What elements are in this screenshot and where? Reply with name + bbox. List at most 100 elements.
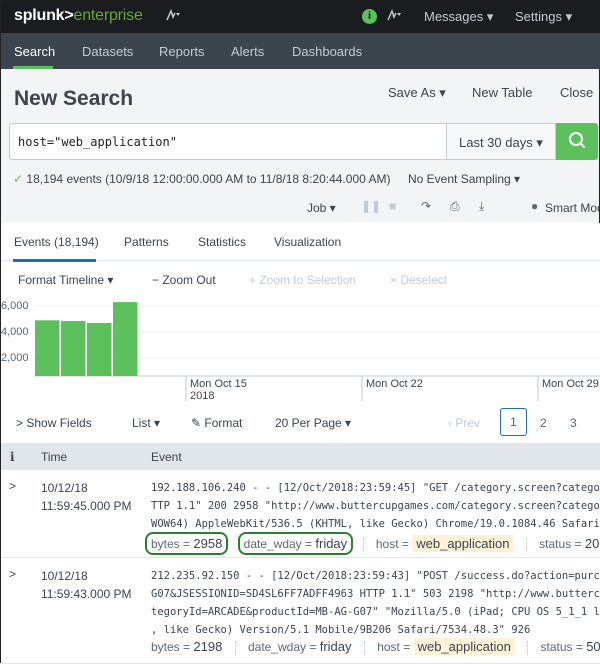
field-key: date_wday bbox=[248, 640, 306, 654]
splunk-logo[interactable]: splunk>enterprise bbox=[14, 7, 143, 25]
event-raw-text: 192.188.106.240 - - [12/Oct/2018:23:59:4… bbox=[151, 479, 600, 533]
search-mode-icon: ● bbox=[531, 199, 538, 213]
per-page-dropdown[interactable]: 20 Per Page ▾ bbox=[275, 416, 351, 430]
nav-dashboards[interactable]: Dashboards bbox=[292, 44, 362, 59]
timeline-chart[interactable]: 6,000 4,000 2,000 Mon Oct 15 2018 Mon Oc… bbox=[1, 296, 600, 406]
field-bytes[interactable]: bytes = 2198 bbox=[151, 638, 225, 655]
search-input[interactable]: host="web_application" bbox=[9, 123, 446, 160]
save-as-button[interactable]: Save As ▾ bbox=[388, 85, 446, 101]
timeline-bar[interactable] bbox=[87, 323, 112, 376]
field-key: host bbox=[376, 537, 399, 551]
time-range-picker[interactable]: Last 30 days ▾ bbox=[446, 123, 556, 160]
event-line: tegoryId=ARCADE&productId=MB-AG-G07" "Mo… bbox=[151, 603, 600, 621]
zoom-to-selection-button[interactable]: + Zoom to Selection bbox=[249, 273, 356, 287]
timeline-bar[interactable] bbox=[35, 320, 60, 376]
tab-events[interactable]: Events (18,194) bbox=[14, 235, 99, 249]
event-row: > 10/12/18 11:59:43.000 PM 212.235.92.15… bbox=[1, 558, 600, 664]
prev-page-button[interactable]: ‹ Prev bbox=[448, 416, 480, 430]
tab-statistics[interactable]: Statistics bbox=[198, 235, 246, 249]
search-mode-dropdown[interactable]: Smart Mode bbox=[545, 201, 600, 215]
field-key: status bbox=[541, 640, 573, 654]
field-host[interactable]: host = web_application bbox=[374, 638, 518, 655]
field-separator bbox=[364, 641, 365, 655]
x-tick-line1: Mon Oct 29 bbox=[542, 378, 599, 390]
page-3-button[interactable]: 3 bbox=[570, 416, 577, 430]
event-count-summary: 18,194 events (10/9/18 12:00:00.000 AM t… bbox=[26, 172, 390, 186]
close-button[interactable]: Close bbox=[560, 85, 593, 100]
field-separator bbox=[363, 538, 364, 552]
search-status: ✓ 18,194 events (10/9/18 12:00:00.000 AM… bbox=[13, 172, 390, 186]
nav-alerts[interactable]: Alerts bbox=[231, 44, 264, 59]
timeline-bar[interactable] bbox=[61, 321, 86, 376]
x-tick-line1: Mon Oct 15 bbox=[190, 378, 247, 390]
stop-icon[interactable]: ■ bbox=[389, 199, 396, 213]
info-column-header: i bbox=[10, 450, 15, 464]
field-key: bytes bbox=[151, 537, 180, 551]
check-icon: ✓ bbox=[13, 172, 23, 186]
field-status[interactable]: status = 503 bbox=[538, 638, 600, 655]
search-button[interactable] bbox=[556, 123, 598, 160]
y-tick-label: 4,000 bbox=[1, 326, 29, 338]
health-icon[interactable] bbox=[387, 9, 401, 24]
time-column-header[interactable]: Time bbox=[41, 450, 67, 464]
event-line: 212.235.92.150 - - [12/Oct/2018:23:59:43… bbox=[151, 567, 600, 585]
field-date-wday[interactable]: date_wday = friday bbox=[238, 532, 354, 555]
format-button[interactable]: ✎ Format bbox=[191, 416, 242, 430]
events-table-header: i Time Event bbox=[1, 443, 600, 470]
page-1-button[interactable]: 1 bbox=[500, 408, 527, 436]
event-fields: bytes = 2198 date_wday = friday host = w… bbox=[151, 638, 600, 655]
deselect-button[interactable]: × Deselect bbox=[390, 273, 447, 287]
field-value: 503 bbox=[586, 639, 600, 654]
pause-icon[interactable]: ❚❚ bbox=[361, 199, 381, 213]
field-status[interactable]: status = 200 bbox=[536, 535, 600, 552]
event-time: 10/12/18 11:59:43.000 PM bbox=[41, 567, 132, 603]
new-table-button[interactable]: New Table bbox=[472, 85, 532, 100]
job-menu[interactable]: Job ▾ bbox=[307, 201, 336, 215]
tab-active-indicator bbox=[13, 259, 96, 262]
info-icon[interactable]: i bbox=[362, 9, 377, 24]
event-raw-text: 212.235.92.150 - - [12/Oct/2018:23:59:43… bbox=[151, 567, 600, 639]
format-timeline-button[interactable]: Format Timeline ▾ bbox=[18, 273, 113, 287]
event-line: G07&JSESSIONID=SD4SL6FF7ADFF4963 HTTP 1.… bbox=[151, 585, 600, 603]
event-line: WOW64) AppleWebKit/536.5 (KHTML, like Ge… bbox=[151, 515, 600, 533]
tab-patterns[interactable]: Patterns bbox=[124, 235, 169, 249]
x-tick-label: Mon Oct 15 2018 bbox=[190, 378, 247, 402]
logo-product-text: enterprise bbox=[74, 7, 143, 24]
top-bar: splunk>enterprise i Messages ▾ Settings … bbox=[1, 1, 600, 33]
event-fields: bytes = 2958 date_wday = friday host = w… bbox=[145, 532, 600, 555]
field-host[interactable]: host = web_application bbox=[373, 535, 517, 552]
activity-icon[interactable] bbox=[166, 9, 180, 24]
expand-row-icon[interactable]: > bbox=[9, 479, 16, 493]
tab-visualization[interactable]: Visualization bbox=[274, 235, 341, 249]
app-nav-bar: Search Datasets Reports Alerts Dashboard… bbox=[1, 33, 600, 69]
timeline-bar[interactable] bbox=[113, 302, 138, 376]
field-date-wday[interactable]: date_wday = friday bbox=[245, 638, 355, 655]
field-key: date_wday bbox=[244, 537, 302, 551]
nav-search[interactable]: Search bbox=[14, 44, 55, 59]
results-tabs: Events (18,194) Patterns Statistics Visu… bbox=[1, 223, 600, 261]
nav-reports[interactable]: Reports bbox=[159, 44, 205, 59]
share-icon[interactable]: ↷ bbox=[421, 199, 431, 213]
messages-menu[interactable]: Messages ▾ bbox=[424, 9, 493, 25]
page-2-button[interactable]: 2 bbox=[540, 416, 547, 430]
export-icon[interactable]: ⤓ bbox=[479, 199, 484, 214]
logo-splunk-text: splunk> bbox=[14, 7, 74, 24]
print-icon[interactable]: ⎙ bbox=[450, 199, 460, 214]
event-line: TTP 1.1" 200 2958 "http://www.buttercupg… bbox=[151, 497, 600, 515]
field-bytes[interactable]: bytes = 2958 bbox=[145, 532, 228, 555]
x-tick-line1: Mon Oct 22 bbox=[366, 378, 423, 390]
show-fields-button[interactable]: > Show Fields bbox=[16, 416, 92, 430]
zoom-out-button[interactable]: − Zoom Out bbox=[152, 273, 216, 287]
list-view-dropdown[interactable]: List ▾ bbox=[132, 416, 160, 430]
x-tick-label: Mon Oct 22 bbox=[366, 378, 423, 390]
expand-row-icon[interactable]: > bbox=[9, 567, 16, 581]
y-tick-label: 6,000 bbox=[1, 300, 29, 312]
event-sampling-dropdown[interactable]: No Event Sampling ▾ bbox=[408, 172, 520, 186]
page-title: New Search bbox=[14, 87, 133, 111]
field-value: 2958 bbox=[193, 536, 222, 551]
timeline-chart-svg bbox=[1, 296, 600, 406]
field-separator bbox=[235, 641, 236, 655]
event-date: 10/12/18 bbox=[41, 479, 132, 497]
settings-menu[interactable]: Settings ▾ bbox=[515, 9, 572, 25]
nav-datasets[interactable]: Datasets bbox=[82, 44, 133, 59]
